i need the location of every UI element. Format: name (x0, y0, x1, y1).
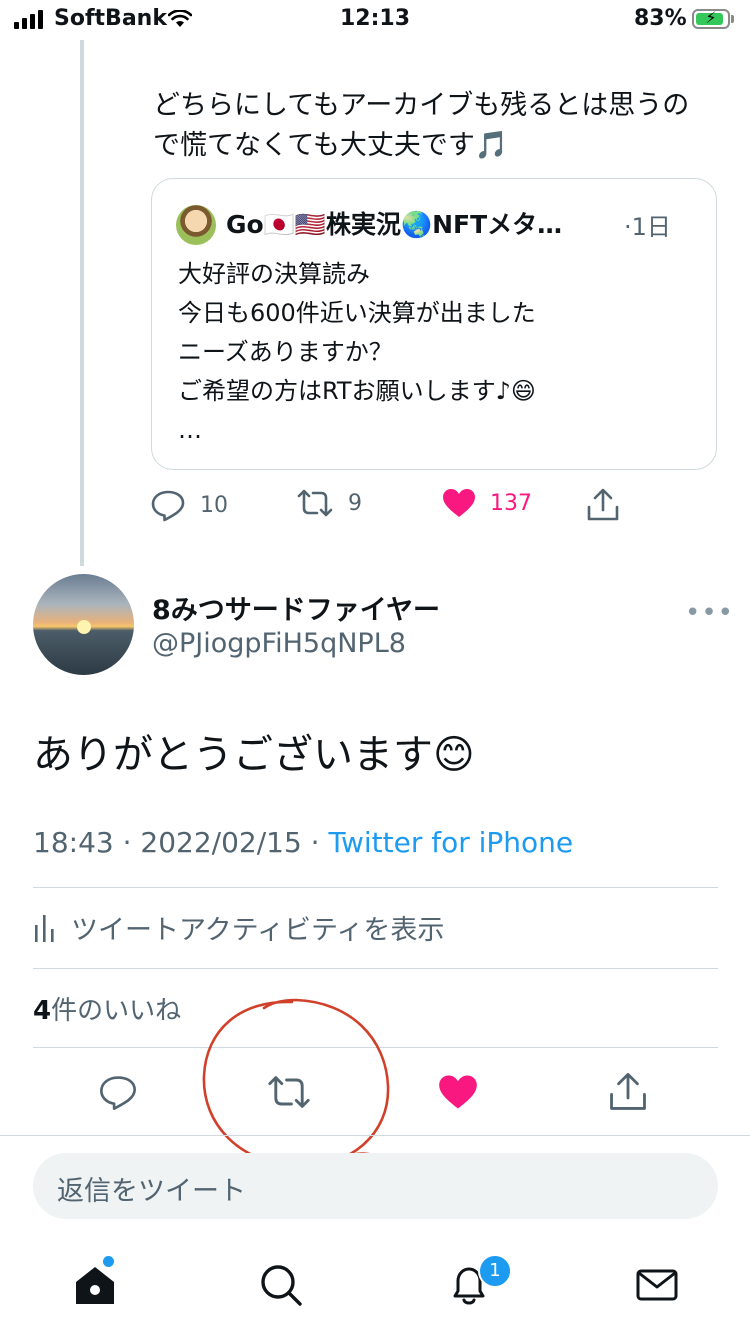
messages-icon[interactable] (634, 1262, 680, 1308)
like-count: 137 (490, 490, 532, 516)
timestamp: 18:43 · 2022/02/15 · (33, 826, 329, 859)
tweet-activity-link[interactable]: ツイートアクティビティを表示 (33, 908, 444, 947)
quoted-tweet-card[interactable]: Go🇯🇵🇺🇸株実況🌏NFTメタ… ·1日 大好評の決算読み 今日も600件近い決… (151, 178, 717, 470)
likes-summary[interactable]: 4件のいいね (33, 990, 181, 1027)
battery-cap (731, 15, 734, 23)
reply-input[interactable]: 返信をツイート (33, 1153, 718, 1219)
reply-icon[interactable] (98, 1072, 138, 1112)
divider (0, 1135, 750, 1136)
battery-icon: ⚡ (692, 8, 730, 29)
like-action[interactable]: 137 (442, 488, 532, 518)
quoted-author-name: Go🇯🇵🇺🇸株実況🌏NFTメタ… (226, 210, 563, 239)
retweet-action[interactable]: 9 (296, 488, 362, 518)
retweet-icon (297, 489, 333, 517)
reply-icon (151, 490, 185, 522)
share-action[interactable] (586, 488, 620, 522)
divider (33, 968, 718, 969)
search-icon[interactable] (258, 1262, 304, 1308)
tweet-body: ありがとうございます😊 (33, 732, 475, 778)
quoted-line: ニーズありますか？ (178, 338, 393, 366)
reply-placeholder: 返信をツイート (57, 1176, 246, 1207)
likes-suffix: 件のいいね (51, 996, 182, 1026)
battery-percent: 83% (634, 6, 687, 31)
more-options-icon[interactable]: ••• (685, 598, 734, 628)
activity-label: ツイートアクティビティを表示 (71, 915, 445, 946)
divider (33, 887, 718, 888)
annotation-circle (202, 998, 390, 1168)
parent-tweet-line: どちらにしてもアーカイブも残るとは思うの (153, 90, 690, 121)
tweet-meta: 18:43 · 2022/02/15 · Twitter for iPhone (33, 826, 573, 859)
analytics-icon (35, 914, 54, 942)
heart-filled-icon (443, 489, 475, 517)
retweet-count: 9 (348, 490, 362, 516)
author-handle[interactable]: @PJiogpFiH5qNPL8 (152, 628, 406, 659)
likes-count: 4 (33, 996, 52, 1026)
quoted-date: ·1日 (624, 213, 671, 241)
parent-action-row: 10 9 137 (150, 488, 630, 528)
thread-line (80, 40, 84, 566)
heart-filled-icon[interactable] (438, 1074, 478, 1110)
home-new-dot (103, 1256, 114, 1267)
share-icon (587, 488, 619, 521)
quoted-line: … (178, 416, 202, 444)
quoted-avatar (176, 205, 216, 245)
author-name[interactable]: 8みつサードファイヤー (152, 588, 440, 627)
quoted-line: ご希望の方はRTお願いします♪😄 (178, 377, 536, 405)
avatar[interactable] (33, 574, 134, 675)
reply-count: 10 (200, 492, 228, 518)
notifications-badge: 1 (478, 1254, 512, 1288)
share-icon[interactable] (608, 1072, 648, 1112)
source-link[interactable]: Twitter for iPhone (328, 826, 573, 859)
home-icon[interactable] (72, 1262, 118, 1308)
parent-tweet-text: どちらにしてもアーカイブも残るとは思うの で慌てなくても大丈夫です🎵 (153, 86, 723, 166)
quoted-line: 大好評の決算読み (178, 260, 370, 288)
avatar-sun (77, 620, 91, 634)
quoted-text: 大好評の決算読み 今日も600件近い決算が出ました ニーズありますか？ ご希望の… (178, 255, 698, 450)
reply-action[interactable]: 10 (150, 488, 228, 522)
quoted-line: 今日も600件近い決算が出ました (178, 299, 536, 327)
parent-tweet-line: で慌てなくても大丈夫です🎵 (153, 130, 509, 161)
status-bar: SoftBank 12:13 83% ⚡ (0, 0, 750, 40)
